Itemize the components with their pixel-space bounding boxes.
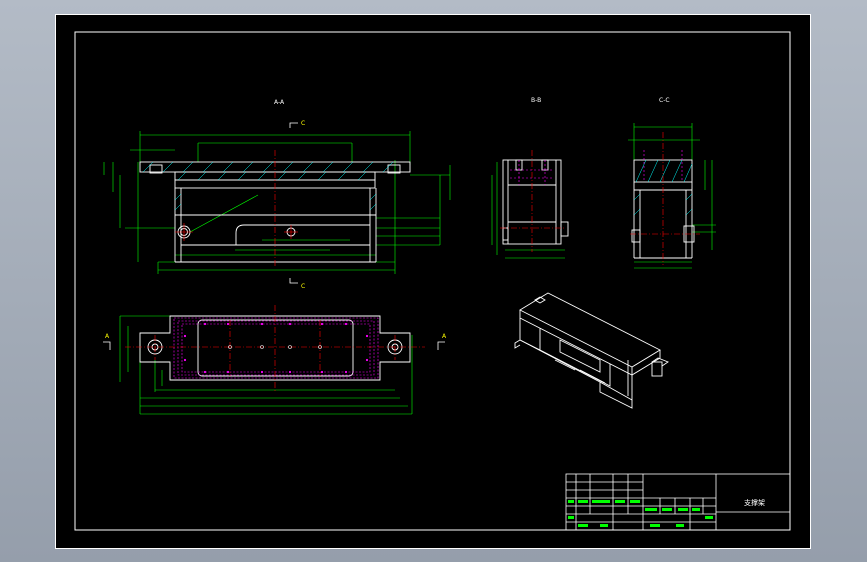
top-view: A A <box>103 305 447 415</box>
section-label-b: B-B <box>531 97 541 104</box>
section-view-a: A-A C C <box>103 99 451 290</box>
section-label-c: C-C <box>659 97 670 104</box>
section-view-b: B-B <box>491 97 569 259</box>
cut-mark-top: C <box>301 120 305 127</box>
isometric-view <box>514 292 669 409</box>
cut-mark-right: A <box>442 333 447 340</box>
cut-mark-left: A <box>105 333 110 340</box>
section-view-c: C-C <box>628 97 716 269</box>
drawing-border <box>74 31 791 531</box>
section-label-a: A-A <box>274 99 285 106</box>
cad-viewport[interactable]: A-A C C B-B C-C A A 支撑架 <box>0 0 867 562</box>
drawing-svg: A-A C C B-B C-C A A 支撑架 <box>74 31 791 531</box>
cut-mark-bottom: C <box>301 283 305 290</box>
title-block-part-name: 支撑架 <box>744 498 765 507</box>
